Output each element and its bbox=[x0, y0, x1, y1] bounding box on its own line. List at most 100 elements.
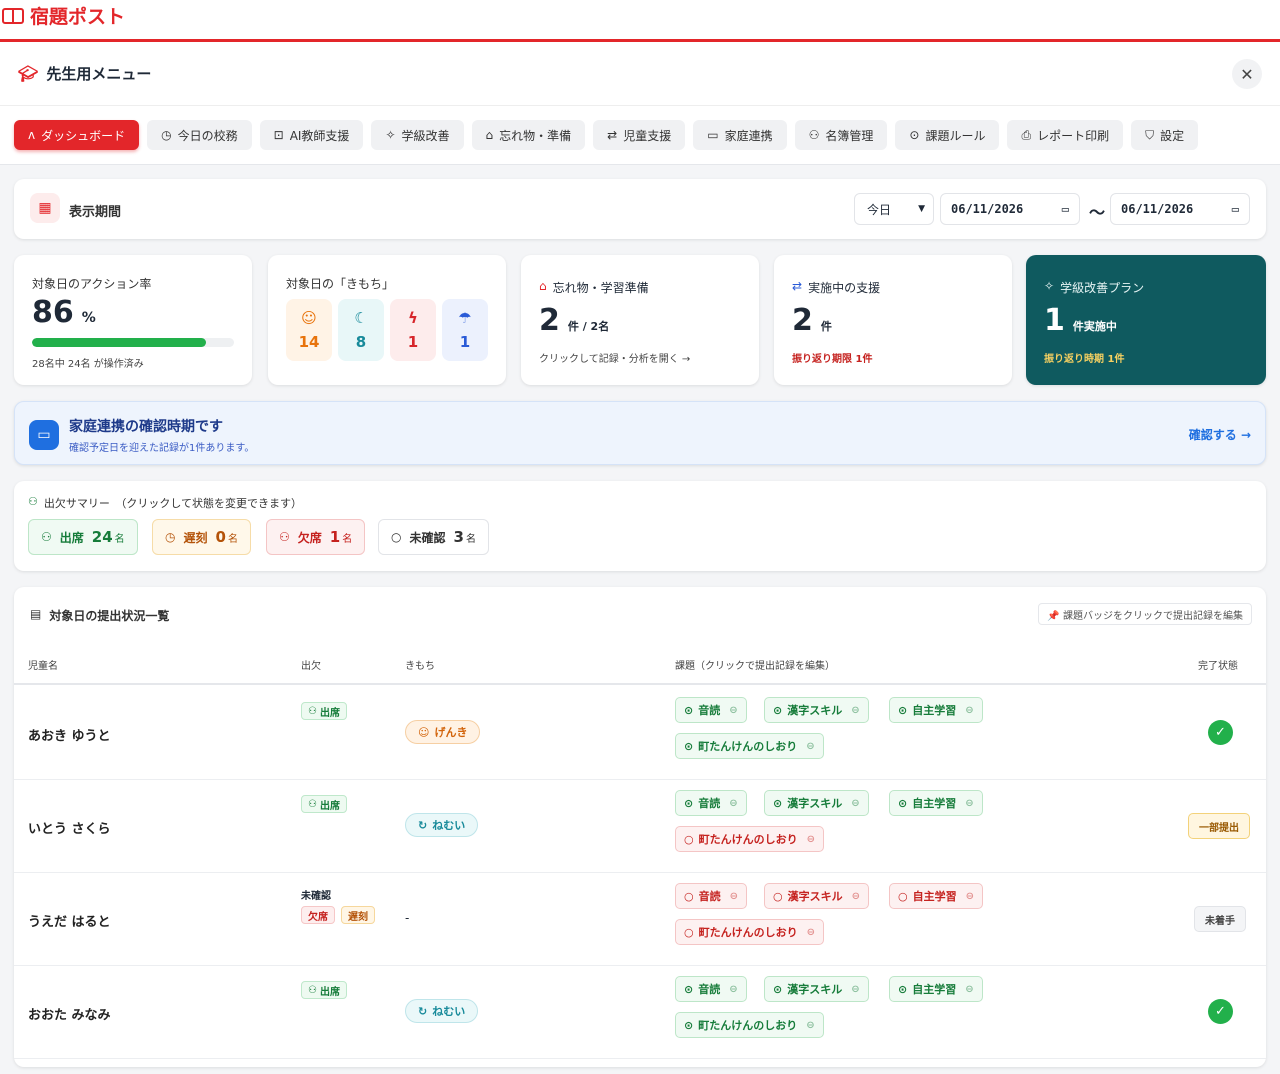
period-select[interactable]: 今日 ▼ bbox=[854, 193, 934, 225]
minus-icon[interactable]: ⊖ bbox=[851, 705, 859, 716]
minus-icon[interactable]: ⊖ bbox=[851, 984, 859, 995]
attendance-pill-count: 0 bbox=[215, 528, 226, 546]
attendance-badge-late[interactable]: 遅刻 bbox=[341, 906, 375, 924]
task-badge[interactable]: ⊙ 町たんけんのしおり ⊖ bbox=[675, 1012, 824, 1038]
tab-8[interactable]: ⊙ 課題ルール bbox=[895, 120, 1000, 150]
attendance-badge-absent[interactable]: 欠席 bbox=[301, 906, 335, 924]
attendance-badge[interactable]: ⚇ 出席 bbox=[301, 981, 347, 999]
attendance-pill-unit: 名 bbox=[465, 533, 476, 545]
minus-icon[interactable]: ⊖ bbox=[851, 798, 859, 809]
task-badge[interactable]: ○ 町たんけんのしおり ⊖ bbox=[675, 826, 824, 852]
task-badge[interactable]: ⊙ 音読 ⊖ bbox=[675, 697, 747, 723]
mood-item[interactable]: ϟ1 bbox=[390, 299, 436, 361]
minus-icon[interactable]: ⊖ bbox=[965, 798, 973, 809]
attendance-pill-count: 1 bbox=[329, 528, 341, 546]
app-header: 宿題ポスト bbox=[0, 0, 1280, 42]
date-from-input[interactable]: 06/11/2026 ▭ bbox=[940, 193, 1080, 225]
minus-icon[interactable]: ⊖ bbox=[806, 741, 814, 752]
minus-icon[interactable]: ⊖ bbox=[965, 705, 973, 716]
task-badge[interactable]: ○ 町たんけんのしおり ⊖ bbox=[675, 919, 824, 945]
forgotten-link[interactable]: クリックして記録・分析を開く → bbox=[539, 350, 690, 365]
task-badge[interactable]: ⊙ 自主学習 ⊖ bbox=[889, 790, 983, 816]
home-contact-alert: ▭ 家庭連携の確認時期です 確認予定日を迎えた記録が1件あります。 確認する → bbox=[14, 401, 1266, 465]
task-badge[interactable]: ⊙ 町たんけんのしおり ⊖ bbox=[675, 733, 824, 759]
attendance-pill[interactable]: ⚇ 出席 24 名 bbox=[28, 519, 138, 555]
minus-icon[interactable]: ⊖ bbox=[852, 891, 860, 902]
student-name[interactable]: いとう さくら bbox=[28, 818, 111, 837]
attendance-pill-unit: 名 bbox=[227, 533, 238, 545]
task-badge[interactable]: ⊙ 音読 ⊖ bbox=[675, 976, 747, 1002]
attendance-pill-icon: ⚇ bbox=[279, 530, 290, 544]
tab-7[interactable]: ⚇ 名簿管理 bbox=[794, 120, 888, 150]
class-plan-card[interactable]: ✧ 学級改善プラン 1 件実施中 振り返り時期 1件 bbox=[1026, 255, 1266, 385]
task-badge[interactable]: ⊙ 漢字スキル ⊖ bbox=[764, 697, 869, 723]
minus-icon[interactable]: ⊖ bbox=[730, 891, 738, 902]
tab-5[interactable]: ⇄ 児童支援 bbox=[593, 120, 686, 150]
task-badge[interactable]: ⊙ 自主学習 ⊖ bbox=[889, 697, 983, 723]
attendance-pill[interactable]: ○ 未確認 3 名 bbox=[378, 519, 489, 555]
attendance-pill-icon: ⚇ bbox=[41, 530, 52, 544]
attendance-pill-label: 出席 bbox=[59, 530, 84, 545]
tab-6[interactable]: ▭ 家庭連携 bbox=[693, 120, 787, 150]
tab-9[interactable]: ⎙ レポート印刷 bbox=[1007, 120, 1124, 150]
tab-1[interactable]: ◷ 今日の校務 bbox=[147, 120, 252, 150]
calendar-picker-icon[interactable]: ▭ bbox=[1062, 202, 1069, 216]
minus-icon[interactable]: ⊖ bbox=[807, 834, 815, 845]
tab-0[interactable]: ʌ ダッシュボード bbox=[14, 120, 140, 150]
attendance-pill[interactable]: ⚇ 欠席 1 名 bbox=[266, 519, 366, 555]
mood-item[interactable]: ☾ 8 bbox=[338, 299, 384, 361]
tab-label: 家庭連携 bbox=[724, 128, 773, 143]
task-badge[interactable]: ⊙ 漢字スキル ⊖ bbox=[764, 790, 869, 816]
mood-item[interactable]: ☺ 14 bbox=[286, 299, 332, 361]
tab-2[interactable]: ⊡ AI教師支援 bbox=[259, 120, 364, 150]
period-label: 表示期間 bbox=[69, 205, 122, 220]
minus-icon[interactable]: ⊖ bbox=[729, 798, 737, 809]
calendar-picker-icon[interactable]: ▭ bbox=[1232, 202, 1239, 216]
student-name[interactable]: うえだ はると bbox=[28, 911, 111, 930]
date-to-input[interactable]: 06/11/2026 ▭ bbox=[1110, 193, 1250, 225]
close-button[interactable]: ✕ bbox=[1232, 59, 1262, 89]
support-title: 実施中の支援 bbox=[808, 281, 881, 295]
edit-hint: 📌 課題バッジをクリックで提出記録を編集 bbox=[1038, 603, 1252, 625]
attendance-badge[interactable]: ⚇ 出席 bbox=[301, 702, 347, 720]
minus-icon[interactable]: ⊖ bbox=[806, 1020, 814, 1031]
tab-icon: ▭ bbox=[707, 128, 719, 142]
minus-icon[interactable]: ⊖ bbox=[966, 891, 974, 902]
task-badge[interactable]: ○ 自主学習 ⊖ bbox=[889, 883, 983, 909]
tab-4[interactable]: ⌂ 忘れ物・準備 bbox=[471, 120, 586, 150]
task-badge[interactable]: ○ 音読 ⊖ bbox=[675, 883, 747, 909]
date-from-value: 06/11/2026 bbox=[951, 202, 1024, 216]
attendance-badge[interactable]: ⚇ 出席 bbox=[301, 795, 347, 813]
tab-icon: ✧ bbox=[385, 128, 396, 142]
minus-icon[interactable]: ⊖ bbox=[729, 705, 737, 716]
mood-item[interactable]: ☂ 1 bbox=[442, 299, 488, 361]
action-rate-progress bbox=[32, 338, 234, 347]
col-tasks: 課題（クリックで提出記録を編集） bbox=[675, 661, 835, 672]
tab-label: 課題ルール bbox=[925, 128, 986, 143]
task-badge[interactable]: ⊙ 自主学習 ⊖ bbox=[889, 976, 983, 1002]
date-range-separator: 〜 bbox=[1089, 203, 1106, 222]
task-badge[interactable]: ⊙ 音読 ⊖ bbox=[675, 790, 747, 816]
alert-confirm-link[interactable]: 確認する → bbox=[1189, 426, 1251, 443]
student-name[interactable]: おおた みなみ bbox=[28, 1004, 111, 1023]
attendance-pill[interactable]: ◷ 遅刻 0 名 bbox=[152, 519, 251, 555]
tab-3[interactable]: ✧ 学級改善 bbox=[371, 120, 464, 150]
app-logo[interactable]: 宿題ポスト bbox=[2, 2, 125, 29]
smile-icon: ☺ bbox=[418, 725, 430, 739]
minus-icon[interactable]: ⊖ bbox=[807, 927, 815, 938]
minus-icon[interactable]: ⊖ bbox=[729, 984, 737, 995]
task-label: 漢字スキル bbox=[787, 797, 843, 810]
action-rate-card: 対象日のアクション率 86 % 28名中 24名 が操作済み bbox=[14, 255, 252, 385]
task-label: 音読 bbox=[698, 704, 721, 717]
forgotten-unit: 件 / 2名 bbox=[567, 320, 610, 333]
chevron-down-icon: ▼ bbox=[918, 204, 925, 214]
forgotten-items-card[interactable]: ⌂ 忘れ物・学習準備 2 件 / 2名 クリックして記録・分析を開く → bbox=[521, 255, 759, 385]
forgotten-title: 忘れ物・学習準備 bbox=[552, 281, 649, 295]
support-card[interactable]: ⇄ 実施中の支援 2 件 振り返り期限 1件 bbox=[774, 255, 1012, 385]
tab-10[interactable]: ⛉ 設定 bbox=[1131, 120, 1199, 150]
task-badge[interactable]: ⊙ 漢字スキル ⊖ bbox=[764, 976, 869, 1002]
minus-icon[interactable]: ⊖ bbox=[965, 984, 973, 995]
task-badge[interactable]: ○ 漢字スキル ⊖ bbox=[764, 883, 869, 909]
mood-icon: ϟ bbox=[408, 309, 418, 327]
student-name[interactable]: あおき ゆうと bbox=[28, 725, 111, 744]
